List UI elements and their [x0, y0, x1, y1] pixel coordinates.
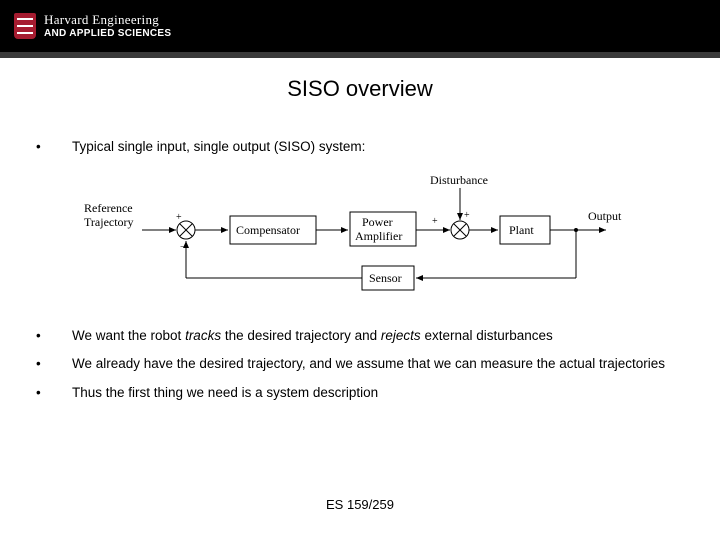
bullet-list: • Typical single input, single output (S… [36, 138, 684, 156]
sum1-plus: + [176, 212, 182, 223]
sum1-minus: − [180, 242, 186, 253]
institution-logo: Harvard Engineering AND APPLIED SCIENCES [14, 13, 171, 39]
header-underbar [0, 52, 720, 58]
logo-line2: AND APPLIED SCIENCES [44, 28, 171, 39]
list-item: • Thus the first thing we need is a syst… [36, 384, 684, 402]
logo-text: Harvard Engineering AND APPLIED SCIENCES [44, 13, 171, 38]
slide-title: SISO overview [0, 76, 720, 102]
sum2-plus-left: + [432, 216, 438, 227]
bullet-text: We want the robot tracks the desired tra… [72, 327, 684, 345]
shield-icon [14, 13, 36, 39]
list-item: • Typical single input, single output (S… [36, 138, 684, 156]
list-item: • We want the robot tracks the desired t… [36, 327, 684, 345]
label-reference-1: Reference [84, 201, 133, 215]
header-band: Harvard Engineering AND APPLIED SCIENCES [0, 0, 720, 52]
bullet-text: Thus the first thing we need is a system… [72, 384, 684, 402]
bullet-list-2: • We want the robot tracks the desired t… [36, 327, 684, 402]
label-sensor: Sensor [369, 271, 402, 285]
slide-footer: ES 159/259 [0, 497, 720, 512]
list-item: • We already have the desired trajectory… [36, 355, 684, 373]
bullet-text: We already have the desired trajectory, … [72, 355, 684, 373]
sum2-plus-top: + [464, 210, 470, 221]
label-disturbance: Disturbance [430, 173, 488, 187]
label-compensator: Compensator [236, 223, 300, 237]
label-output: Output [588, 209, 622, 223]
label-power-2: Amplifier [355, 229, 402, 243]
label-power-1: Power [362, 215, 393, 229]
slide-content: • Typical single input, single output (S… [0, 138, 720, 402]
label-reference-2: Trajectory [84, 215, 134, 229]
logo-line1: Harvard Engineering [44, 13, 171, 27]
label-plant: Plant [509, 223, 534, 237]
siso-block-diagram: Reference Trajectory + − Compensator Pow… [80, 170, 640, 305]
bullet-text: Typical single input, single output (SIS… [72, 138, 684, 156]
